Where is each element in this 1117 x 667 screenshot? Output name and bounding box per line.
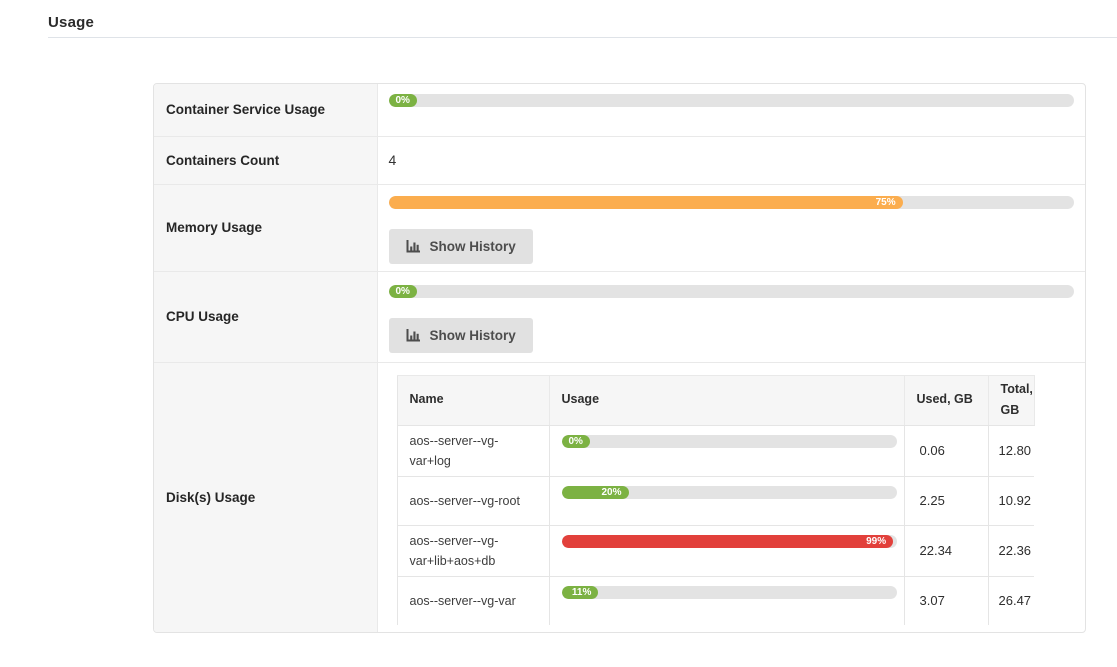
row-label-containers-count: Containers Count bbox=[154, 136, 377, 184]
table-row: Container Service Usage 0% bbox=[154, 84, 1085, 136]
cpu-usage-cell: 0% Show History bbox=[377, 271, 1085, 362]
disk-name: aos--server--vg-var+lib+aos+db bbox=[397, 525, 549, 576]
disk-usage-cell: 99% bbox=[549, 525, 904, 576]
disk-name: aos--server--vg-var+log bbox=[397, 425, 549, 476]
disk-usage-cell: 20% bbox=[549, 476, 904, 525]
disk-usage-bar: 0% bbox=[562, 435, 897, 448]
disk-name: aos--server--vg-var bbox=[397, 576, 549, 625]
memory-usage-cell: 75% Show History bbox=[377, 184, 1085, 271]
show-history-label: Show History bbox=[430, 239, 516, 254]
disk-usage-cell: 0% bbox=[549, 425, 904, 476]
progress-fill: 75% bbox=[389, 196, 903, 209]
cpu-usage-bar: 0% bbox=[389, 285, 1075, 298]
disks-usage-cell: Name Usage Used, GB Total, GB aos--serve… bbox=[377, 362, 1085, 632]
bar-chart-icon bbox=[406, 239, 421, 254]
disk-name: aos--server--vg-root bbox=[397, 476, 549, 525]
table-row: aos--server--vg-var 11% 3.07 26.47 bbox=[397, 576, 1034, 625]
disk-usage-bar: 20% bbox=[562, 486, 897, 499]
disk-used-value: 0.06 bbox=[904, 425, 988, 476]
table-row: Containers Count 4 bbox=[154, 136, 1085, 184]
disk-usage-bar: 99% bbox=[562, 535, 897, 548]
page-title: Usage bbox=[48, 14, 1117, 31]
usage-card: Container Service Usage 0% Containers Co… bbox=[153, 83, 1086, 633]
show-history-button[interactable]: Show History bbox=[389, 318, 533, 353]
progress-fill: 99% bbox=[562, 535, 894, 548]
disk-usage-bar: 11% bbox=[562, 586, 897, 599]
progress-fill: 20% bbox=[562, 486, 629, 499]
row-label-cpu-usage: CPU Usage bbox=[154, 271, 377, 362]
row-label-container-service-usage: Container Service Usage bbox=[154, 84, 377, 136]
progress-fill: 0% bbox=[389, 94, 417, 107]
disks-header-row: Name Usage Used, GB Total, GB bbox=[397, 375, 1034, 425]
containers-count-value: 4 bbox=[377, 136, 1085, 184]
table-row: Memory Usage 75% Show History bbox=[154, 184, 1085, 271]
container-service-usage-cell: 0% bbox=[377, 84, 1085, 136]
disk-used-value: 22.34 bbox=[904, 525, 988, 576]
progress-fill: 11% bbox=[562, 586, 599, 599]
table-row: CPU Usage 0% Show History bbox=[154, 271, 1085, 362]
show-history-label: Show History bbox=[430, 328, 516, 343]
disk-total-value: 22.36 bbox=[988, 525, 1034, 576]
disk-used-value: 3.07 bbox=[904, 576, 988, 625]
disks-header-used: Used, GB bbox=[904, 375, 988, 425]
disks-header-usage: Usage bbox=[549, 375, 904, 425]
disks-table: Name Usage Used, GB Total, GB aos--serve… bbox=[397, 375, 1035, 626]
show-history-button[interactable]: Show History bbox=[389, 229, 533, 264]
container-service-usage-bar: 0% bbox=[389, 94, 1075, 107]
disk-total-value: 10.92 bbox=[988, 476, 1034, 525]
disks-header-total: Total, GB bbox=[988, 375, 1034, 425]
table-row: Disk(s) Usage Name Usage Used, GB Total,… bbox=[154, 362, 1085, 632]
disk-used-value: 2.25 bbox=[904, 476, 988, 525]
usage-table: Container Service Usage 0% Containers Co… bbox=[154, 84, 1085, 632]
row-label-disks-usage: Disk(s) Usage bbox=[154, 362, 377, 632]
bar-chart-icon bbox=[406, 328, 421, 343]
row-label-memory-usage: Memory Usage bbox=[154, 184, 377, 271]
table-row: aos--server--vg-root 20% 2.25 10.92 bbox=[397, 476, 1034, 525]
title-divider bbox=[48, 37, 1117, 38]
progress-fill: 0% bbox=[389, 285, 417, 298]
table-row: aos--server--vg-var+lib+aos+db 99% 22.34… bbox=[397, 525, 1034, 576]
memory-usage-bar: 75% bbox=[389, 196, 1075, 209]
disk-total-value: 26.47 bbox=[988, 576, 1034, 625]
table-row: aos--server--vg-var+log 0% 0.06 12.80 bbox=[397, 425, 1034, 476]
disk-total-value: 12.80 bbox=[988, 425, 1034, 476]
progress-fill: 0% bbox=[562, 435, 590, 448]
disks-header-name: Name bbox=[397, 375, 549, 425]
disk-usage-cell: 11% bbox=[549, 576, 904, 625]
